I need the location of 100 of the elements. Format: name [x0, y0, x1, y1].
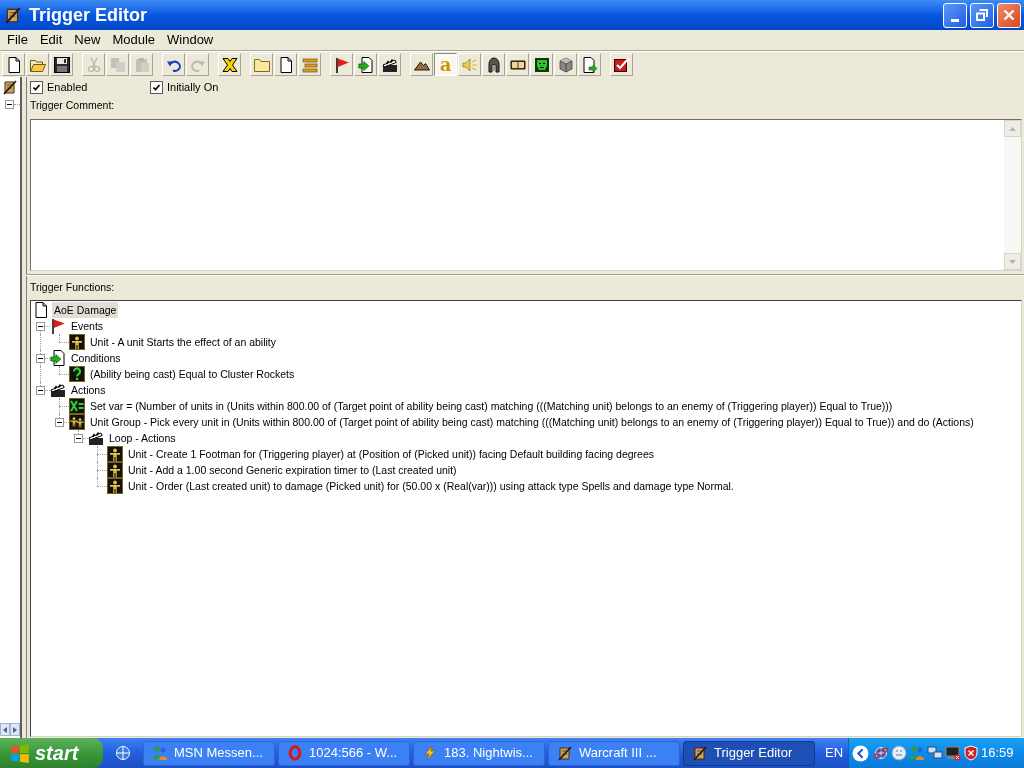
toolbar-button[interactable] — [610, 53, 633, 76]
restore-icon — [976, 9, 988, 21]
menu-item[interactable]: Edit — [33, 30, 69, 50]
toolbar-button[interactable] — [578, 53, 601, 76]
comment-field[interactable] — [30, 119, 1022, 271]
tree-item[interactable]: Unit - A unit Starts the effect of an ability — [88, 334, 278, 350]
scroll-left-button[interactable] — [0, 723, 10, 736]
tree-item[interactable]: AoE Damage — [52, 302, 119, 318]
menu-item[interactable]: File — [1, 30, 34, 50]
flag-icon — [333, 56, 350, 73]
checkbox-label: Initially On — [167, 79, 219, 95]
collapse-icon[interactable] — [36, 322, 45, 331]
tree-item[interactable]: Events — [69, 318, 106, 334]
toolbar-button[interactable] — [274, 53, 297, 76]
collapse-icon[interactable] — [74, 434, 83, 443]
taskbar-button[interactable]: 183. Nightwis... — [413, 740, 545, 766]
toolbar-button[interactable] — [378, 53, 401, 76]
taskbar-button[interactable]: Warcraft III ... — [548, 740, 680, 766]
figure-icon — [107, 446, 123, 462]
scroll-right-button[interactable] — [10, 723, 20, 736]
tree-item[interactable]: Unit - Order (Last created unit) to damage (Picked unit) for (50.00 x (Real(var))) using attack type Spells and damage type Normal. — [126, 478, 736, 494]
collapse-icon[interactable] — [5, 99, 14, 109]
collapse-icon[interactable] — [36, 354, 45, 363]
blank-page-icon — [5, 56, 22, 73]
scissors-icon — [85, 56, 102, 73]
helmet-icon — [485, 56, 502, 73]
smiley-icon[interactable] — [891, 745, 907, 761]
clapperboard-icon — [50, 382, 66, 398]
scroll-icon — [2, 79, 18, 95]
toolbar-button[interactable] — [26, 53, 49, 76]
people-icon — [152, 745, 168, 761]
logo-icon — [10, 743, 30, 763]
x-icon — [221, 56, 238, 73]
toolbar-button[interactable] — [162, 53, 185, 76]
checkbox-label: Enabled — [47, 79, 88, 95]
page-arrow-icon — [50, 350, 66, 366]
arrow-up-icon — [1009, 126, 1016, 131]
clock: 16:59 — [981, 744, 1014, 763]
tree-item[interactable]: (Ability being cast) Equal to Cluster Rockets — [88, 366, 297, 382]
tree-item[interactable]: Unit - Create 1 Footman for (Triggering player) at (Position of (Picked unit)) facing Default building facing degrees — [126, 446, 657, 462]
clipboard-icon — [133, 56, 150, 73]
toolbar-button[interactable] — [506, 53, 529, 76]
toolbar-button[interactable] — [218, 53, 241, 76]
tree-item[interactable]: Loop - Actions — [107, 430, 178, 446]
scroll-icon — [692, 745, 708, 761]
language-indicator[interactable]: EN — [825, 743, 844, 763]
figures-icon — [69, 414, 85, 430]
tree-item[interactable]: Set var = (Number of units in (Units within 800.00 of (Target point of ability being cast) matching (((Matching unit) belongs to an enemy of (Triggering player)) Equal to True))) — [88, 398, 895, 414]
scroll-icon — [4, 6, 22, 24]
figure-icon — [107, 462, 123, 478]
folder-icon — [253, 56, 270, 73]
checkmark-icon — [153, 83, 160, 91]
toolbar-button[interactable] — [410, 53, 433, 76]
arrow-down-icon — [1009, 259, 1016, 264]
collapse-icon[interactable] — [36, 386, 45, 395]
globe-icon[interactable] — [873, 745, 889, 761]
checkbox[interactable] — [150, 80, 163, 94]
toolbar-button[interactable] — [50, 53, 73, 76]
toolbar-button[interactable] — [482, 53, 505, 76]
menu-item[interactable]: New — [68, 30, 107, 50]
menu-item[interactable]: Window — [161, 30, 220, 50]
vertical-scrollbar[interactable] — [1004, 120, 1021, 270]
chevron-left-icon[interactable] — [852, 744, 869, 762]
tree-item[interactable]: Unit - Add a 1.00 second Generic expiration timer to (Last created unit) — [126, 462, 459, 478]
section-label: Trigger Functions: — [30, 280, 115, 295]
question-mark-icon — [69, 366, 85, 382]
checkbox[interactable] — [30, 80, 43, 94]
shield-icon[interactable] — [963, 745, 979, 761]
section-label: Trigger Comment: — [30, 98, 115, 113]
page-arrow-icon — [581, 56, 598, 73]
speaker-icon — [461, 56, 478, 73]
tree-item[interactable]: Actions — [69, 382, 108, 398]
window-title: Trigger Editor — [29, 3, 147, 27]
toolbar-button[interactable] — [554, 53, 577, 76]
arrow-right-icon — [13, 726, 17, 733]
toolbar-button[interactable] — [530, 53, 553, 76]
checked-box-icon — [613, 56, 630, 73]
restore-button[interactable] — [970, 2, 994, 28]
taskbar-button[interactable]: 1024:566 - W... — [278, 740, 410, 766]
start-button[interactable]: start — [0, 738, 103, 768]
menu-item[interactable]: Module — [106, 30, 161, 50]
page-arrow-icon — [357, 56, 374, 73]
globe-icon[interactable] — [115, 745, 131, 761]
screens-icon[interactable] — [927, 745, 943, 761]
monitor-icon[interactable] — [945, 745, 961, 761]
mask-icon — [533, 56, 550, 73]
close-button[interactable] — [997, 2, 1021, 28]
tree-item[interactable]: Conditions — [69, 350, 123, 366]
toolbar-button[interactable] — [354, 53, 377, 76]
toolbar-button[interactable] — [330, 53, 353, 76]
figure-icon — [69, 334, 85, 350]
lightning-icon — [422, 745, 438, 761]
taskbar-button[interactable]: Trigger Editor — [683, 740, 815, 766]
collapse-icon[interactable] — [55, 418, 64, 427]
toolbar-button[interactable] — [2, 53, 25, 76]
flag-icon — [50, 318, 66, 334]
tree-item[interactable]: Unit Group - Pick every unit in (Units within 800.00 of (Target point of ability being cast) matching (((Matching unit) belongs to an enemy of (Triggering player)) Equal to True)) and do (Actions) — [88, 414, 976, 430]
bars-icon — [301, 56, 318, 73]
taskbar-button[interactable]: MSN Messen... — [143, 740, 275, 766]
minimize-button[interactable] — [943, 2, 967, 28]
